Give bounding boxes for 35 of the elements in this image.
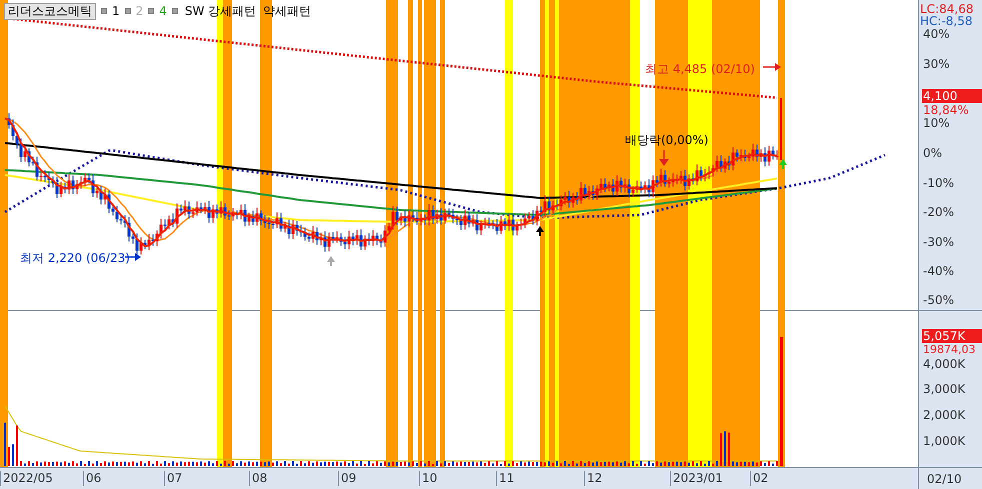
current-price-badge: 4,100 (922, 89, 982, 103)
axis-tick-label: -50% (923, 293, 954, 307)
date-axis-label: 09 (338, 471, 356, 486)
date-axis-label: 06 (83, 471, 102, 486)
legend-label: 1 (112, 3, 120, 20)
axis-tick-label: -20% (923, 205, 954, 219)
axis-tick-label: 1,000K (923, 434, 966, 448)
cursor-date-label: 02/10 (927, 470, 962, 488)
date-axis-label: 10 (419, 471, 438, 486)
date-axis-label: 12 (584, 471, 602, 486)
lc-value: LC:84,68 (920, 1, 974, 16)
date-axis-label: 08 (249, 471, 268, 486)
date-axis-label: 02 (750, 471, 768, 486)
volume-change-label: 19874,03 (923, 343, 976, 357)
axis-tick-label: 40% (923, 27, 950, 41)
stock-name-label[interactable]: 리더스코스메틱 (4, 2, 96, 20)
legend-label: 2 (136, 3, 144, 20)
axis-tick-label: 3,000K (923, 382, 966, 396)
low-price-label: 최저 2,220 (06/23) (20, 250, 130, 267)
price-change-label: 18,84% (923, 103, 969, 117)
hc-value: HC:-8,58 (920, 14, 972, 29)
axis-tick-label: 10% (923, 116, 950, 130)
date-axis-label: 07 (164, 471, 182, 486)
axis-tick-label: 4,000K (923, 357, 966, 371)
axis-tick-label: -40% (923, 264, 954, 278)
current-volume-badge: 5,057K (922, 329, 982, 343)
axis-tick-label: 30% (923, 57, 950, 71)
date-axis-label: 2023/01 (670, 471, 723, 486)
axis-tick-label: 2,000K (923, 408, 966, 422)
axis-tick-label: 0% (923, 146, 942, 160)
date-axis-label: 2022/05 (0, 471, 53, 486)
legend-label: 4 (159, 3, 167, 20)
axis-tick-label: -30% (923, 235, 954, 249)
date-axis-label: 11 (496, 471, 514, 486)
axis-tick-label: -10% (923, 176, 954, 190)
